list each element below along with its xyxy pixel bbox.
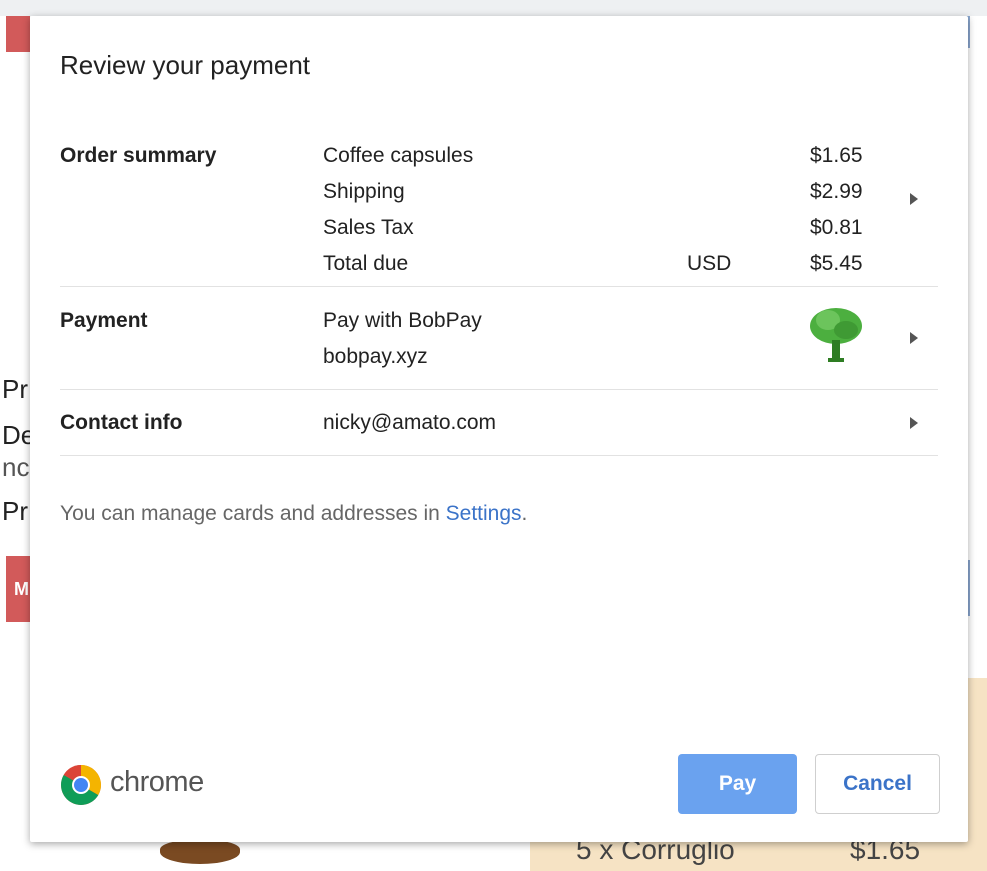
cancel-button[interactable]: Cancel <box>815 754 940 814</box>
chrome-brand: chrome <box>110 766 204 798</box>
contact-info-section[interactable]: Contact info nicky@amato.com <box>60 389 938 456</box>
background-badge <box>6 16 30 52</box>
manage-note-suffix: . <box>521 502 528 525</box>
page-top-bar <box>0 0 987 16</box>
background-button-label: M <box>14 579 29 599</box>
order-summary-label: Order summary <box>60 144 217 167</box>
line-item-amount: $0.81 <box>810 216 863 239</box>
payment-dialog: Review your payment Order summary Coffee… <box>30 16 968 842</box>
line-item-name: Sales Tax <box>323 216 414 239</box>
pay-button[interactable]: Pay <box>678 754 797 814</box>
payment-method: Pay with BobPay <box>323 309 482 332</box>
settings-link[interactable]: Settings <box>446 502 522 525</box>
manage-note-text: You can manage cards and addresses in <box>60 502 446 525</box>
background-button: M <box>6 556 30 622</box>
total-label: Total due <box>323 252 409 275</box>
chevron-right-icon[interactable] <box>910 332 918 344</box>
chevron-right-icon[interactable] <box>910 417 918 429</box>
line-item-name: Shipping <box>323 180 405 203</box>
payment-section[interactable]: Payment Pay with BobPay bobpay.xyz <box>60 286 938 390</box>
background-text: Pr <box>2 496 28 526</box>
line-item-amount: $2.99 <box>810 180 863 203</box>
line-item-amount: $1.65 <box>810 144 863 167</box>
dialog-title: Review your payment <box>60 50 310 80</box>
payment-origin: bobpay.xyz <box>323 345 428 368</box>
total-currency: USD <box>687 252 732 275</box>
total-amount: $5.45 <box>810 252 863 275</box>
tree-icon <box>810 308 862 362</box>
background-text: Pr <box>2 374 28 404</box>
payment-label: Payment <box>60 309 148 332</box>
background-coffee-image <box>160 840 240 864</box>
manage-note: You can manage cards and addresses in Se… <box>60 502 527 526</box>
line-item-name: Coffee capsules <box>323 144 474 167</box>
contact-email: nicky@amato.com <box>323 411 497 434</box>
background-text: nc <box>2 452 30 482</box>
order-summary-section[interactable]: Order summary Coffee capsules $1.65 Ship… <box>60 124 938 287</box>
chrome-logo-icon <box>61 765 101 805</box>
chevron-right-icon[interactable] <box>910 193 918 205</box>
contact-info-label: Contact info <box>60 411 183 434</box>
